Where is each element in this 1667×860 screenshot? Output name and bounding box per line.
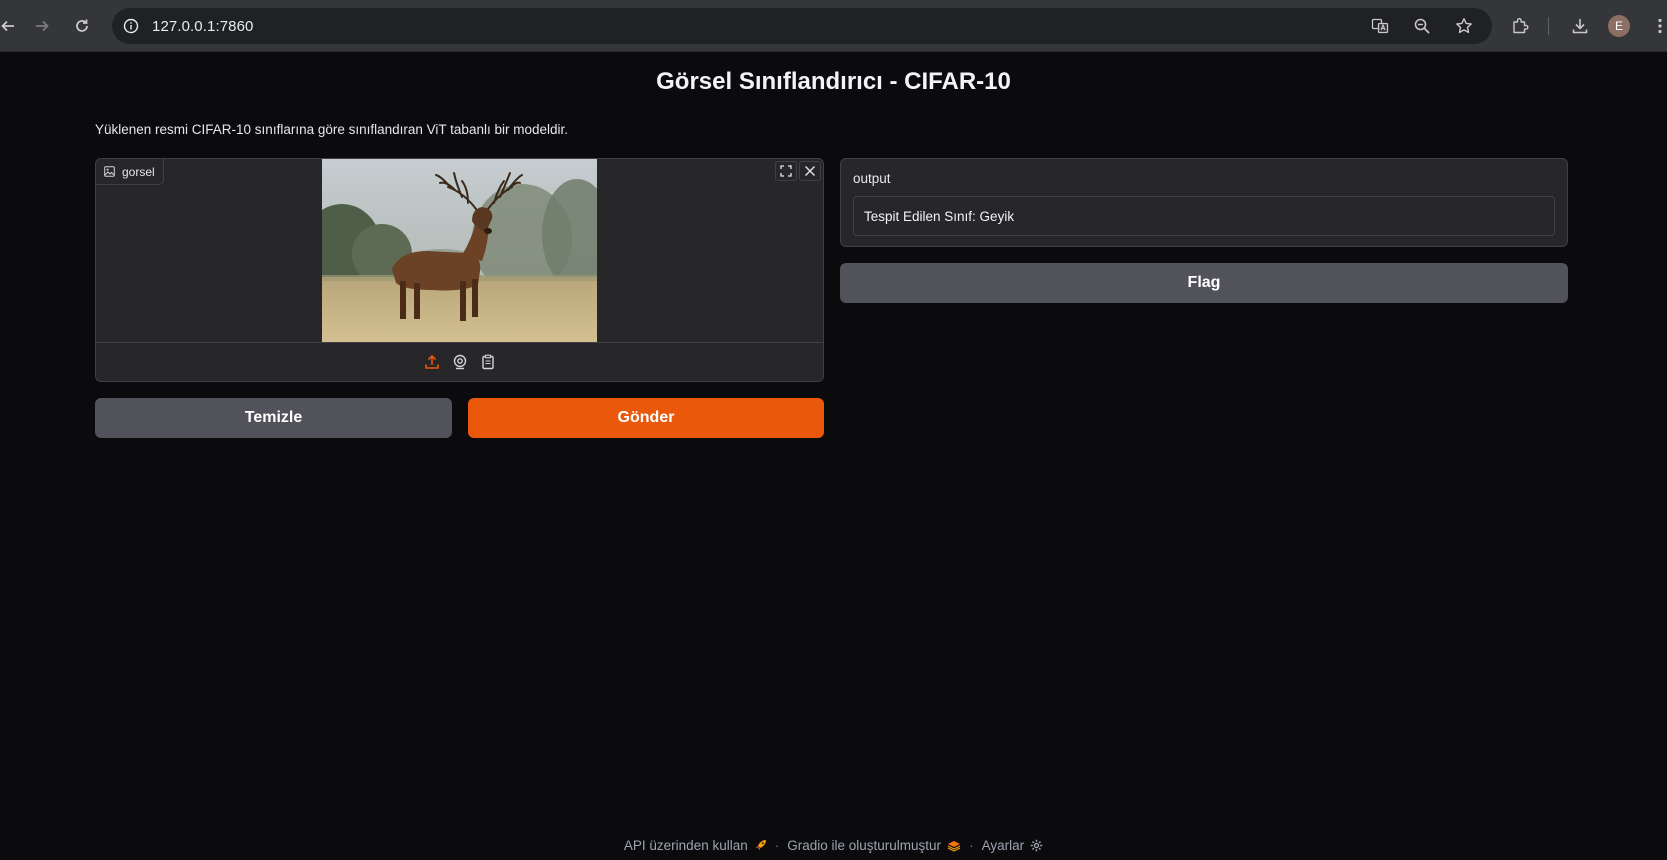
back-button[interactable] bbox=[0, 12, 22, 40]
translate-icon[interactable] bbox=[1366, 12, 1394, 40]
flag-button[interactable]: Flag bbox=[840, 263, 1568, 303]
bookmark-star-icon[interactable] bbox=[1450, 12, 1478, 40]
image-icon bbox=[104, 166, 115, 177]
clear-image-button[interactable] bbox=[799, 161, 821, 181]
close-icon bbox=[805, 166, 815, 176]
fullscreen-icon bbox=[780, 165, 792, 177]
clipboard-icon bbox=[481, 354, 494, 370]
fullscreen-button[interactable] bbox=[775, 161, 797, 181]
arrow-right-icon bbox=[36, 20, 49, 32]
clipboard-source-button[interactable] bbox=[478, 352, 498, 372]
output-label: output bbox=[853, 171, 891, 186]
submit-button[interactable]: Gönder bbox=[468, 398, 824, 438]
address-bar[interactable]: 127.0.0.1:7860 bbox=[112, 8, 1492, 44]
footer-separator: · bbox=[969, 838, 974, 853]
upload-icon bbox=[424, 354, 439, 369]
profile-avatar[interactable]: E bbox=[1608, 15, 1630, 37]
page-description: Yüklenen resmi CIFAR-10 sınıflarına göre… bbox=[95, 122, 568, 137]
forward-button[interactable] bbox=[28, 12, 56, 40]
gear-icon bbox=[1030, 839, 1043, 852]
browser-toolbar: 127.0.0.1:7860 E bbox=[0, 0, 1667, 52]
arrow-left-icon bbox=[1, 20, 14, 32]
zoom-icon[interactable] bbox=[1408, 12, 1436, 40]
download-icon[interactable] bbox=[1566, 12, 1594, 40]
image-input-panel: gorsel bbox=[95, 158, 824, 382]
settings-link-text: Ayarlar bbox=[981, 838, 1025, 853]
footer-separator: · bbox=[774, 838, 780, 853]
gradio-logo-icon bbox=[947, 840, 961, 852]
gradio-link-text: Gradio ile oluşturulmuştur bbox=[787, 838, 942, 853]
api-link[interactable]: API üzerinden kullan bbox=[624, 838, 767, 853]
gradio-link[interactable]: Gradio ile oluşturulmuştur bbox=[787, 838, 961, 853]
toolbar-divider bbox=[1548, 17, 1549, 35]
url-text[interactable]: 127.0.0.1:7860 bbox=[152, 18, 254, 35]
extensions-icon[interactable] bbox=[1506, 12, 1534, 40]
output-textbox[interactable]: Tespit Edilen Sınıf: Geyik bbox=[853, 196, 1555, 236]
upload-source-button[interactable] bbox=[422, 352, 442, 372]
rocket-icon bbox=[755, 840, 766, 851]
image-preview-area[interactable] bbox=[96, 159, 823, 342]
webcam-icon bbox=[453, 354, 466, 370]
reload-button[interactable] bbox=[68, 12, 96, 40]
footer: API üzerinden kullan · Gradio ile oluştu… bbox=[0, 838, 1667, 853]
clear-button[interactable]: Temizle bbox=[95, 398, 452, 438]
page-title: Görsel Sınıflandırıcı - CIFAR-10 bbox=[656, 68, 1011, 95]
webcam-source-button[interactable] bbox=[450, 352, 470, 372]
api-link-text: API üzerinden kullan bbox=[623, 838, 748, 853]
image-input-label: gorsel bbox=[96, 159, 164, 185]
reload-icon bbox=[76, 19, 88, 32]
settings-link[interactable]: Ayarlar bbox=[982, 838, 1044, 853]
uploaded-image bbox=[322, 159, 597, 342]
site-info-icon[interactable] bbox=[120, 15, 142, 37]
output-panel: output Tespit Edilen Sınıf: Geyik bbox=[840, 158, 1568, 247]
image-input-label-text: gorsel bbox=[122, 164, 155, 179]
menu-icon[interactable] bbox=[1646, 12, 1667, 40]
image-source-bar bbox=[96, 342, 823, 381]
